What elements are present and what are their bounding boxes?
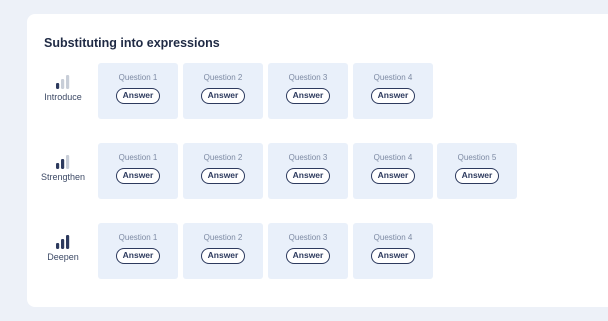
question-tile[interactable]: Question 3 Answer: [268, 223, 348, 279]
question-label[interactable]: Question 5: [437, 153, 517, 162]
question-tile[interactable]: Question 4 Answer: [353, 63, 433, 119]
question-tile[interactable]: Question 1 Answer: [98, 223, 178, 279]
practice-card: Substituting into expressions Introduce Q…: [27, 14, 608, 307]
question-label[interactable]: Question 2: [183, 153, 263, 162]
question-label[interactable]: Question 1: [98, 73, 178, 82]
answer-button[interactable]: Answer: [371, 168, 415, 184]
answer-button[interactable]: Answer: [286, 168, 330, 184]
answer-button[interactable]: Answer: [116, 168, 160, 184]
question-label[interactable]: Question 3: [268, 153, 348, 162]
question-label[interactable]: Question 3: [268, 233, 348, 242]
level-label: Introduce: [44, 92, 82, 102]
level-indicator: Deepen: [31, 223, 95, 279]
question-label[interactable]: Question 4: [353, 153, 433, 162]
signal-bars-icon: [31, 153, 95, 169]
level-indicator: Introduce: [31, 63, 95, 119]
question-tile[interactable]: Question 2 Answer: [183, 63, 263, 119]
question-label[interactable]: Question 1: [98, 153, 178, 162]
question-tile[interactable]: Question 4 Answer: [353, 223, 433, 279]
signal-bars-icon: [31, 233, 95, 249]
question-label[interactable]: Question 2: [183, 73, 263, 82]
question-tile[interactable]: Question 4 Answer: [353, 143, 433, 199]
question-tile[interactable]: Question 5 Answer: [437, 143, 517, 199]
level-label: Deepen: [47, 252, 79, 262]
answer-button[interactable]: Answer: [116, 88, 160, 104]
answer-button[interactable]: Answer: [286, 88, 330, 104]
question-label[interactable]: Question 3: [268, 73, 348, 82]
answer-button[interactable]: Answer: [116, 248, 160, 264]
answer-button[interactable]: Answer: [371, 88, 415, 104]
question-tile[interactable]: Question 3 Answer: [268, 143, 348, 199]
question-label[interactable]: Question 1: [98, 233, 178, 242]
question-label[interactable]: Question 4: [353, 73, 433, 82]
answer-button[interactable]: Answer: [371, 248, 415, 264]
question-tile[interactable]: Question 2 Answer: [183, 223, 263, 279]
answer-button[interactable]: Answer: [286, 248, 330, 264]
level-row-deepen: Deepen Question 1 Answer Question 2 Answer Qu…: [27, 223, 608, 279]
level-row-introduce: Introduce Question 1 Answer Question 2 Answe…: [27, 63, 608, 119]
question-label[interactable]: Question 4: [353, 233, 433, 242]
answer-button[interactable]: Answer: [201, 168, 245, 184]
signal-bars-icon: [31, 73, 95, 89]
question-label[interactable]: Question 2: [183, 233, 263, 242]
level-row-strengthen: Strengthen Question 1 Answer Question 2 Answ…: [27, 143, 608, 199]
level-indicator: Strengthen: [31, 143, 95, 199]
question-tile[interactable]: Question 1 Answer: [98, 143, 178, 199]
answer-button[interactable]: Answer: [455, 168, 499, 184]
answer-button[interactable]: Answer: [201, 248, 245, 264]
question-tile[interactable]: Question 1 Answer: [98, 63, 178, 119]
section-title: Substituting into expressions: [44, 36, 220, 50]
question-tile[interactable]: Question 3 Answer: [268, 63, 348, 119]
question-tile[interactable]: Question 2 Answer: [183, 143, 263, 199]
answer-button[interactable]: Answer: [201, 88, 245, 104]
level-label: Strengthen: [40, 172, 86, 182]
